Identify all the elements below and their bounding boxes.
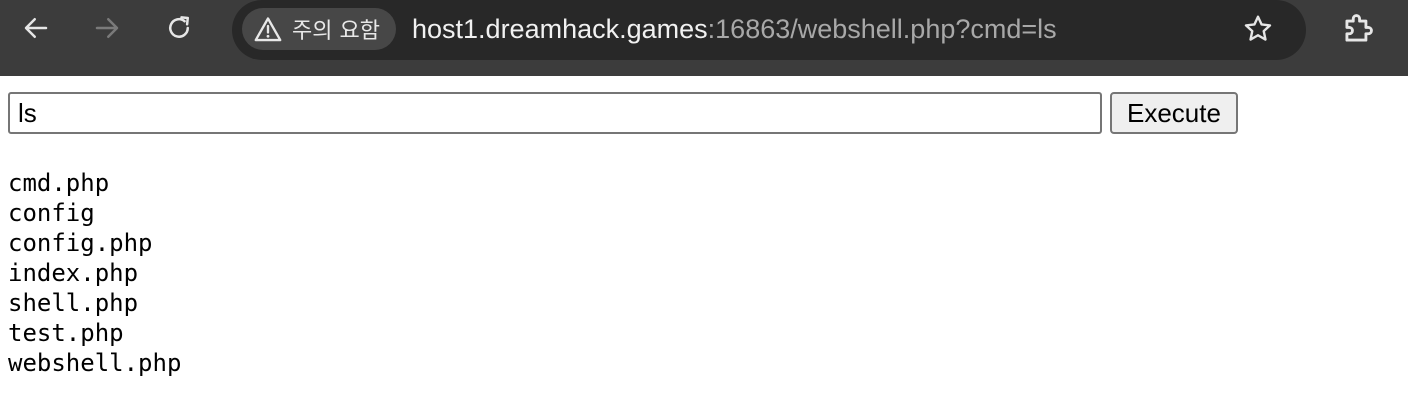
output-line: cmd.php xyxy=(8,169,110,197)
command-input[interactable] xyxy=(8,92,1102,134)
output-line: webshell.php xyxy=(8,349,182,377)
output-line: config xyxy=(8,199,95,227)
command-form: Execute xyxy=(8,92,1238,134)
url-text[interactable]: host1.dreamhack.games:16863/webshell.php… xyxy=(412,0,1057,58)
execute-button[interactable]: Execute xyxy=(1110,92,1238,134)
forward-button[interactable] xyxy=(89,10,125,46)
reload-button[interactable] xyxy=(161,10,197,46)
address-bar[interactable]: 주의 요함 host1.dreamhack.games:16863/webshe… xyxy=(232,0,1306,60)
command-output: cmd.php config config.php index.php shell.ph… xyxy=(8,168,181,378)
url-host: host1.dreamhack.games xyxy=(412,14,708,44)
security-chip-label: 주의 요함 xyxy=(292,19,380,44)
back-arrow-icon xyxy=(24,18,48,38)
output-line: shell.php xyxy=(8,289,139,317)
star-icon xyxy=(1244,15,1272,41)
extensions-button[interactable] xyxy=(1338,9,1378,49)
puzzle-piece-icon xyxy=(1345,14,1373,42)
browser-toolbar: 주의 요함 host1.dreamhack.games:16863/webshe… xyxy=(0,0,1408,76)
output-line: test.php xyxy=(8,319,124,347)
reload-icon xyxy=(169,16,189,38)
back-button[interactable] xyxy=(18,10,54,46)
security-chip[interactable]: 주의 요함 xyxy=(242,8,396,50)
url-path: :16863/webshell.php?cmd=ls xyxy=(707,14,1057,44)
output-line: config.php xyxy=(8,229,153,257)
output-line: index.php xyxy=(8,259,139,287)
page-content: Execute cmd.phpconfigconfig.phpindex.php… xyxy=(0,76,1408,412)
bookmark-button[interactable] xyxy=(1240,11,1276,47)
warning-triangle-icon xyxy=(254,17,282,42)
forward-arrow-icon xyxy=(95,18,119,38)
